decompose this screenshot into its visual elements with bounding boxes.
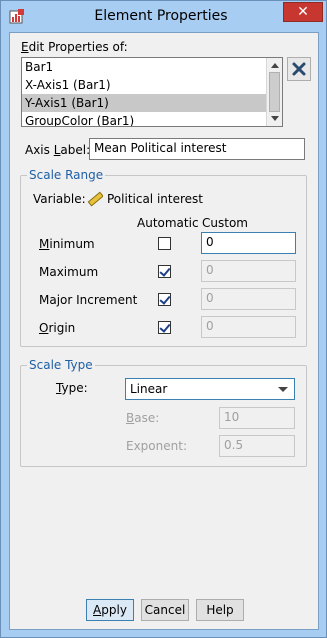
- help-button[interactable]: Help: [196, 599, 244, 621]
- scroll-thumb[interactable]: [269, 72, 280, 112]
- delete-x-icon: [292, 62, 306, 76]
- major-increment-automatic-checkbox[interactable]: [158, 293, 171, 306]
- minimum-custom-input[interactable]: 0: [201, 232, 296, 254]
- list-scrollbar[interactable]: [266, 58, 282, 126]
- scale-range-title: Scale Range: [27, 168, 106, 182]
- maximum-custom-input[interactable]: 0: [201, 260, 296, 282]
- variable-name: Political interest: [107, 192, 203, 206]
- scroll-down-icon[interactable]: [271, 116, 279, 121]
- scale-type-value: Linear: [130, 382, 168, 396]
- major-increment-label: Major Increment: [39, 293, 138, 307]
- maximum-label: Maximum: [39, 265, 99, 279]
- list-item-y-axis1[interactable]: Y-Axis1 (Bar1): [22, 94, 267, 112]
- delete-element-button[interactable]: [287, 57, 311, 81]
- ruler-icon: [87, 191, 103, 207]
- scale-type-title: Scale Type: [27, 358, 95, 372]
- exponent-input[interactable]: 0.5: [219, 435, 295, 457]
- custom-header: Custom: [202, 216, 248, 230]
- cancel-button[interactable]: Cancel: [141, 599, 189, 621]
- list-item-x-axis1[interactable]: X-Axis1 (Bar1): [22, 76, 267, 94]
- element-properties-window: Element Properties ✕ Edit Properties of:…: [0, 0, 327, 638]
- dialog-body: Edit Properties of: Bar1 X-Axis1 (Bar1) …: [9, 32, 319, 630]
- scale-range-group: Scale Range Variable: Political interest…: [20, 168, 307, 347]
- close-icon[interactable]: ✕: [283, 2, 323, 22]
- axis-label-label: Axis Label:: [25, 143, 91, 157]
- origin-automatic-checkbox[interactable]: [158, 321, 171, 334]
- type-label: Type:: [56, 381, 88, 395]
- apply-button[interactable]: Apply: [86, 599, 134, 621]
- variable-label: Variable:: [33, 192, 86, 206]
- app-icon: [9, 8, 25, 24]
- window-title: Element Properties: [94, 8, 228, 24]
- title-bar[interactable]: Element Properties ✕: [1, 1, 326, 31]
- base-label: Base:: [126, 411, 160, 425]
- maximum-automatic-checkbox[interactable]: [158, 265, 171, 278]
- minimum-automatic-checkbox[interactable]: [158, 237, 171, 250]
- minimum-label: Minimum: [39, 237, 95, 251]
- axis-label-input[interactable]: Mean Political interest: [89, 138, 305, 160]
- scale-type-dropdown[interactable]: Linear: [125, 378, 295, 400]
- major-increment-custom-input[interactable]: 0: [201, 288, 296, 310]
- chevron-down-icon: [278, 387, 288, 392]
- exponent-label: Exponent:: [126, 439, 187, 453]
- edit-properties-list[interactable]: Bar1 X-Axis1 (Bar1) Y-Axis1 (Bar1) Group…: [21, 57, 283, 127]
- origin-custom-input[interactable]: 0: [201, 316, 296, 338]
- list-item-bar1[interactable]: Bar1: [22, 58, 267, 76]
- automatic-header: Automatic: [137, 216, 199, 230]
- scroll-up-icon[interactable]: [271, 63, 279, 68]
- origin-label: Origin: [39, 321, 76, 335]
- base-input[interactable]: 10: [219, 407, 295, 429]
- edit-properties-label: Edit Properties of:: [21, 40, 128, 54]
- list-item-groupcolor[interactable]: GroupColor (Bar1): [22, 112, 267, 126]
